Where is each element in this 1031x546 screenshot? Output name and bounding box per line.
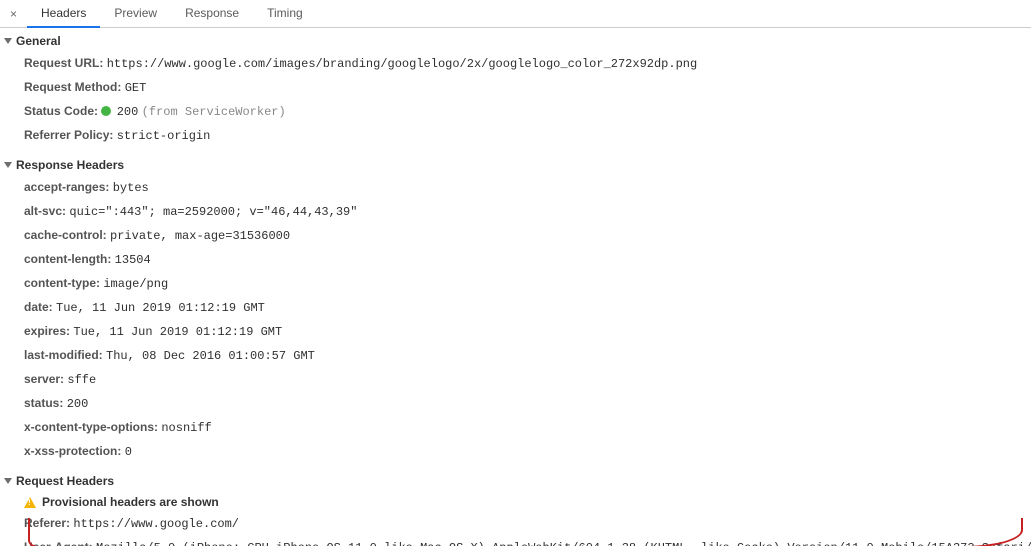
section-request-headers-header[interactable]: Request Headers <box>4 472 1031 490</box>
key: Referer: <box>24 516 70 530</box>
key: accept-ranges: <box>24 180 109 194</box>
value: Tue, 11 Jun 2019 01:12:19 GMT <box>73 325 282 339</box>
kv-response-header: last-modified: Thu, 08 Dec 2016 01:00:57… <box>24 344 1031 368</box>
kv-response-header: date: Tue, 11 Jun 2019 01:12:19 GMT <box>24 296 1031 320</box>
value: Mozilla/5.0 (iPhone; CPU iPhone OS 11_0 … <box>96 541 1031 546</box>
key: server: <box>24 372 64 386</box>
value: image/png <box>103 277 168 291</box>
key: Referrer Policy: <box>24 128 113 142</box>
value: 200 <box>67 397 89 411</box>
chevron-down-icon <box>4 478 12 484</box>
provisional-warning: Provisional headers are shown <box>24 492 1031 512</box>
value: 13504 <box>115 253 151 267</box>
key: status: <box>24 396 63 410</box>
kv-response-header: accept-ranges: bytes <box>24 176 1031 200</box>
section-title: Response Headers <box>16 158 124 172</box>
tab-timing[interactable]: Timing <box>253 0 317 28</box>
close-icon[interactable]: × <box>4 7 27 21</box>
tab-preview[interactable]: Preview <box>100 0 171 28</box>
value: https://www.google.com/ <box>73 517 239 531</box>
key: expires: <box>24 324 70 338</box>
section-request-headers: Request Headers Provisional headers are … <box>0 468 1031 546</box>
kv-response-header: content-type: image/png <box>24 272 1031 296</box>
kv-response-header: expires: Tue, 11 Jun 2019 01:12:19 GMT <box>24 320 1031 344</box>
chevron-down-icon <box>4 162 12 168</box>
key: content-length: <box>24 252 111 266</box>
warning-text: Provisional headers are shown <box>42 495 219 509</box>
tab-response[interactable]: Response <box>171 0 253 28</box>
key: x-xss-protection: <box>24 444 121 458</box>
chevron-down-icon <box>4 38 12 44</box>
kv-response-header: server: sffe <box>24 368 1031 392</box>
kv-request-url: Request URL: https://www.google.com/imag… <box>24 52 1031 76</box>
section-title: Request Headers <box>16 474 114 488</box>
kv-response-header: alt-svc: quic=":443"; ma=2592000; v="46,… <box>24 200 1031 224</box>
value: bytes <box>113 181 149 195</box>
value: Thu, 08 Dec 2016 01:00:57 GMT <box>106 349 315 363</box>
kv-request-method: Request Method: GET <box>24 76 1031 100</box>
value: 200 <box>117 105 139 119</box>
value: Tue, 11 Jun 2019 01:12:19 GMT <box>56 301 265 315</box>
key: x-content-type-options: <box>24 420 158 434</box>
kv-referrer-policy: Referrer Policy: strict-origin <box>24 124 1031 148</box>
section-general: General Request URL: https://www.google.… <box>0 28 1031 152</box>
section-title: General <box>16 34 61 48</box>
key: last-modified: <box>24 348 103 362</box>
status-ok-icon <box>101 106 111 116</box>
key: content-type: <box>24 276 100 290</box>
value: https://www.google.com/images/branding/g… <box>107 57 698 71</box>
key: Status Code: <box>24 104 98 118</box>
value: nosniff <box>161 421 211 435</box>
value: private, max-age=31536000 <box>110 229 290 243</box>
key: Request URL: <box>24 56 103 70</box>
kv-response-header: x-content-type-options: nosniff <box>24 416 1031 440</box>
value: strict-origin <box>117 129 211 143</box>
key: date: <box>24 300 53 314</box>
section-general-header[interactable]: General <box>4 32 1031 50</box>
value: quic=":443"; ma=2592000; v="46,44,43,39" <box>69 205 357 219</box>
key: cache-control: <box>24 228 107 242</box>
section-response-headers-header[interactable]: Response Headers <box>4 156 1031 174</box>
kv-response-header: x-xss-protection: 0 <box>24 440 1031 464</box>
kv-response-header: content-length: 13504 <box>24 248 1031 272</box>
kv-response-header: status: 200 <box>24 392 1031 416</box>
kv-referer: Referer: https://www.google.com/ <box>24 512 1031 536</box>
kv-response-header: cache-control: private, max-age=31536000 <box>24 224 1031 248</box>
key: Request Method: <box>24 80 121 94</box>
kv-status-code: Status Code: 200 (from ServiceWorker) <box>24 100 1031 124</box>
value: sffe <box>67 373 96 387</box>
value: GET <box>125 81 147 95</box>
value: 0 <box>125 445 132 459</box>
section-response-headers: Response Headers accept-ranges: bytesalt… <box>0 152 1031 468</box>
warning-icon <box>24 497 36 508</box>
key: User-Agent: <box>24 540 93 546</box>
value-aux: (from ServiceWorker) <box>142 105 286 119</box>
key: alt-svc: <box>24 204 66 218</box>
devtools-tabbar: × Headers Preview Response Timing <box>0 0 1031 28</box>
kv-user-agent: User-Agent: Mozilla/5.0 (iPhone; CPU iPh… <box>24 536 1031 546</box>
tab-headers[interactable]: Headers <box>27 0 100 28</box>
